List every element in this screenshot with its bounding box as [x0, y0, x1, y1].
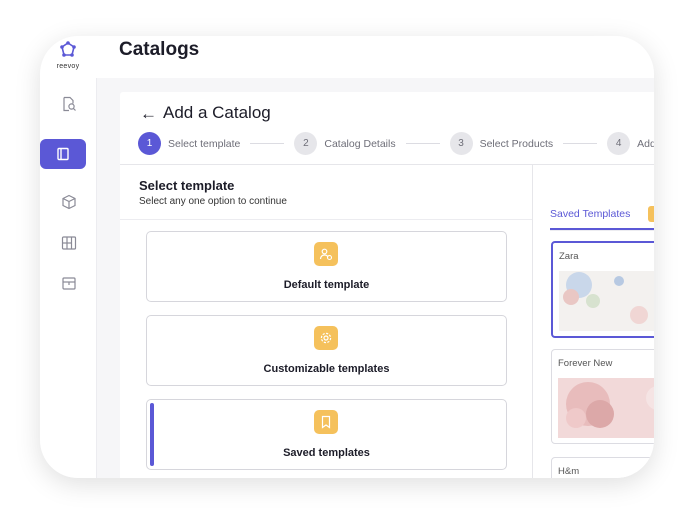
template-card-hm[interactable]: H&m — [551, 457, 654, 478]
step-number: 3 — [449, 132, 473, 155]
sidebar-item-search[interactable] — [54, 93, 84, 115]
reevoy-logo-icon — [60, 41, 76, 57]
logo[interactable]: reevoy — [48, 40, 88, 70]
tab-divider — [550, 230, 654, 231]
template-name: H&m — [558, 466, 580, 477]
sidebar-item-products[interactable] — [54, 191, 84, 213]
step-select-template[interactable]: 1 Select template — [138, 132, 240, 155]
step-catalog-details[interactable]: 2 Catalog Details — [294, 132, 396, 155]
tab-underline — [550, 228, 654, 230]
search-document-icon — [63, 96, 76, 112]
template-card-zara[interactable]: Zara — [551, 241, 654, 338]
step-connector — [563, 143, 598, 144]
sidebar-item-layouts[interactable] — [54, 232, 84, 254]
bookmark-icon — [314, 410, 338, 434]
option-default-template[interactable]: Default template — [146, 231, 507, 302]
option-saved-templates[interactable]: Saved templates — [146, 399, 507, 470]
template-select-panel: Select template Select any one option to… — [120, 165, 533, 478]
grid-layout-icon — [61, 236, 77, 250]
logo-text: reevoy — [56, 63, 80, 70]
back-arrow-icon[interactable]: ← — [140, 104, 157, 124]
step-number: 4 — [607, 132, 631, 155]
step-label: Add Story — [637, 137, 654, 150]
stepper: 1 Select template 2 Catalog Details 3 Se… — [138, 132, 654, 155]
tab-badge — [648, 206, 654, 222]
step-select-products[interactable]: 3 Select Products — [449, 132, 554, 155]
top-bar: Catalogs — [96, 36, 654, 78]
step-connector — [405, 143, 440, 144]
card-header: ← Add a Catalog 1 Select template 2 Cata… — [120, 92, 654, 165]
tab-saved-templates[interactable]: Saved Templates — [550, 208, 630, 220]
page-title: Catalogs — [119, 39, 200, 60]
option-label: Customizable templates — [263, 363, 390, 375]
store-icon — [62, 277, 76, 290]
step-label: Catalog Details — [324, 137, 396, 150]
step-label: Select template — [168, 137, 241, 150]
product-box-icon — [62, 194, 76, 210]
app-window: reevoy Catalogs ← Add a Catalog 1 Select… — [40, 36, 654, 478]
select-header: Select template Select any one option to… — [120, 165, 532, 220]
step-number: 1 — [138, 132, 161, 155]
template-card-forever-new[interactable]: Forever New — [551, 349, 654, 444]
floral-thumbnail-icon — [559, 271, 654, 331]
option-label: Saved templates — [283, 447, 370, 459]
step-connector — [250, 143, 285, 144]
card-title: Add a Catalog — [163, 103, 271, 122]
flower-thumbnail-icon — [558, 378, 654, 438]
step-label: Select Products — [479, 137, 554, 150]
template-name: Zara — [559, 251, 579, 262]
user-settings-icon — [314, 242, 338, 266]
gear-icon — [314, 326, 338, 350]
sidebar-item-catalogs[interactable] — [40, 139, 86, 169]
template-name: Forever New — [558, 358, 613, 369]
sidebar: reevoy — [40, 36, 97, 478]
sidebar-item-store[interactable] — [54, 272, 84, 294]
step-number: 2 — [294, 132, 318, 155]
option-label: Default template — [283, 279, 370, 291]
select-title: Select template — [139, 178, 235, 193]
option-customizable-templates[interactable]: Customizable templates — [146, 315, 507, 386]
catalog-book-icon — [57, 147, 69, 161]
step-add-story[interactable]: 4 Add Story — [607, 132, 654, 155]
add-catalog-card: ← Add a Catalog 1 Select template 2 Cata… — [120, 92, 654, 478]
select-subtitle: Select any one option to continue — [139, 196, 287, 207]
